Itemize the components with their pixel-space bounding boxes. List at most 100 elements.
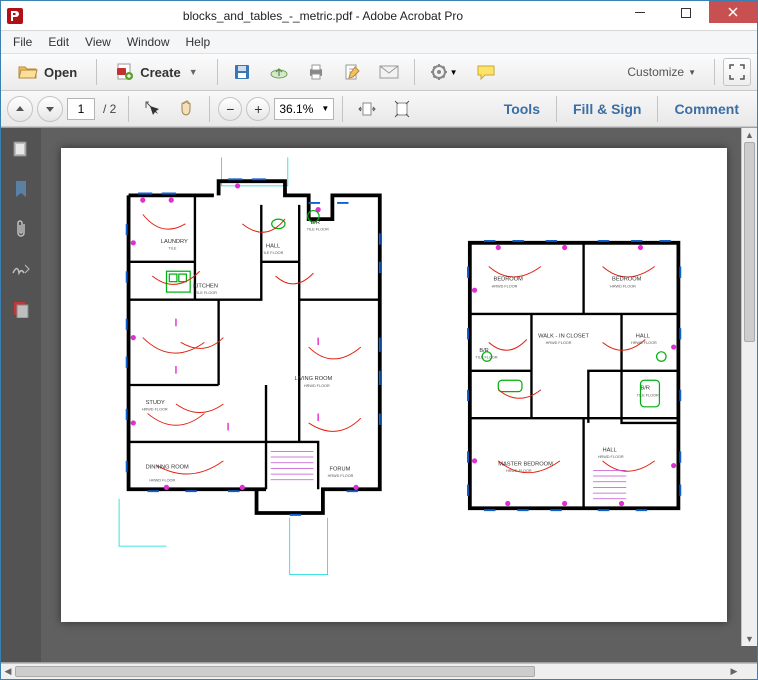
nav-toolbar: / 2 − + 36.1%▼ Tools Fill & Sign Comment: [1, 91, 757, 127]
zoom-in-button[interactable]: +: [246, 97, 270, 121]
bookmarks-panel-button[interactable]: [10, 178, 32, 200]
svg-text:HALL: HALL: [603, 447, 617, 453]
menu-file[interactable]: File: [5, 33, 40, 51]
svg-text:TILE FLOOR: TILE FLOOR: [307, 227, 329, 231]
cloud-upload-icon: [269, 64, 289, 80]
svg-text:TILE: TILE: [168, 246, 176, 250]
svg-text:TILE FLOOR: TILE FLOOR: [195, 291, 217, 295]
dropdown-caret-icon: ▼: [688, 68, 696, 77]
svg-text:LIVING ROOM: LIVING ROOM: [294, 376, 332, 382]
dropdown-caret-icon: ▼: [450, 68, 458, 77]
svg-text:BEDROOM: BEDROOM: [612, 277, 642, 283]
separator: [217, 59, 218, 85]
bookmark-icon: [14, 180, 28, 198]
svg-text:B/R: B/R: [311, 220, 320, 226]
layers-panel-button[interactable]: [10, 298, 32, 320]
thumbnails-panel-button[interactable]: [10, 138, 32, 160]
svg-text:HRWD FLOOR: HRWD FLOOR: [328, 474, 354, 478]
svg-text:HRWD FLOOR: HRWD FLOOR: [149, 479, 175, 483]
thumbnails-icon: [12, 140, 30, 158]
dropdown-caret-icon: ▼: [321, 104, 329, 113]
next-page-button[interactable]: [37, 96, 63, 122]
speech-bubble-icon: [476, 64, 496, 80]
content-area: LAUNDRY TILE HALL TILE FLOOR B/R TILE FL…: [1, 127, 757, 663]
customize-label: Customize: [627, 65, 684, 79]
svg-text:HALL: HALL: [266, 244, 280, 250]
fill-sign-panel-button[interactable]: Fill & Sign: [561, 101, 653, 117]
svg-text:HRWD FLOOR: HRWD FLOOR: [598, 455, 624, 459]
dropdown-caret-icon: ▼: [189, 67, 198, 77]
signatures-panel-button[interactable]: [10, 258, 32, 280]
svg-text:HRWD FLOOR: HRWD FLOOR: [142, 408, 168, 412]
fullscreen-button[interactable]: [723, 58, 751, 86]
save-button[interactable]: [226, 59, 258, 85]
select-tool-button[interactable]: [137, 96, 167, 122]
fit-page-button[interactable]: [387, 96, 417, 122]
svg-text:TILE FLOOR: TILE FLOOR: [637, 393, 659, 397]
maximize-button[interactable]: [663, 1, 709, 25]
highlight-button[interactable]: [469, 59, 503, 85]
signature-icon: [11, 261, 31, 277]
fit-width-button[interactable]: [351, 96, 383, 122]
zoom-level-dropdown[interactable]: 36.1% ▼: [274, 98, 334, 120]
vertical-scrollbar[interactable]: ▲ ▼: [741, 128, 757, 646]
menubar: File Edit View Window Help: [1, 31, 757, 53]
scroll-up-button[interactable]: ▲: [742, 128, 757, 142]
fit-width-icon: [358, 101, 376, 117]
customize-button[interactable]: Customize ▼: [617, 65, 706, 79]
separator: [209, 96, 210, 122]
arrow-down-icon: [45, 104, 55, 114]
horizontal-scrollbar[interactable]: ◀ ▶: [1, 663, 741, 679]
paperclip-icon: [14, 219, 28, 239]
main-toolbar: Open Create ▼ ▼ Customize ▼: [1, 53, 757, 91]
email-button[interactable]: [372, 59, 406, 85]
svg-text:MASTER BEDROOM: MASTER BEDROOM: [498, 462, 553, 468]
select-cursor-icon: [144, 100, 160, 118]
separator: [342, 96, 343, 122]
close-button[interactable]: [709, 1, 757, 23]
svg-text:HRWD FLOOR: HRWD FLOOR: [506, 469, 532, 473]
svg-text:LAUNDRY: LAUNDRY: [161, 239, 188, 245]
save-icon: [233, 63, 251, 81]
pdf-page: LAUNDRY TILE HALL TILE FLOOR B/R TILE FL…: [61, 148, 727, 622]
folder-open-icon: [18, 64, 38, 80]
zoom-value: 36.1%: [279, 102, 313, 116]
arrow-up-icon: [15, 104, 25, 114]
fit-page-icon: [394, 100, 410, 118]
scroll-right-button[interactable]: ▶: [727, 664, 741, 679]
app-icon: [7, 8, 23, 24]
titlebar: blocks_and_tables_-_metric.pdf - Adobe A…: [1, 1, 757, 31]
print-icon: [307, 63, 325, 81]
edit-document-icon: [343, 63, 361, 81]
document-area[interactable]: LAUNDRY TILE HALL TILE FLOOR B/R TILE FL…: [41, 128, 757, 662]
attachments-panel-button[interactable]: [10, 218, 32, 240]
create-button[interactable]: Create ▼: [105, 59, 208, 85]
menu-window[interactable]: Window: [119, 33, 178, 51]
svg-text:STUDY: STUDY: [146, 400, 165, 406]
svg-text:DINNING ROOM: DINNING ROOM: [146, 464, 189, 470]
scroll-thumb-vertical[interactable]: [744, 142, 755, 342]
print-button[interactable]: [300, 59, 332, 85]
comment-panel-button[interactable]: Comment: [662, 101, 751, 117]
cloud-button[interactable]: [262, 59, 296, 85]
svg-text:HRWD FLOOR: HRWD FLOOR: [631, 341, 657, 345]
svg-text:HRWD FLOOR: HRWD FLOOR: [610, 284, 636, 288]
minimize-button[interactable]: [617, 1, 663, 25]
menu-help[interactable]: Help: [178, 33, 219, 51]
menu-edit[interactable]: Edit: [40, 33, 77, 51]
prev-page-button[interactable]: [7, 96, 33, 122]
settings-button[interactable]: ▼: [423, 59, 465, 85]
page-number-input[interactable]: [67, 98, 95, 120]
navigation-pane: [1, 128, 41, 662]
zoom-out-button[interactable]: −: [218, 97, 242, 121]
envelope-icon: [379, 65, 399, 79]
edit-button[interactable]: [336, 59, 368, 85]
tools-panel-button[interactable]: Tools: [492, 101, 552, 117]
svg-text:BEDROOM: BEDROOM: [494, 277, 524, 283]
open-button[interactable]: Open: [7, 59, 88, 85]
menu-view[interactable]: View: [77, 33, 119, 51]
scroll-left-button[interactable]: ◀: [1, 664, 15, 679]
scroll-thumb-horizontal[interactable]: [15, 666, 535, 677]
scroll-down-button[interactable]: ▼: [742, 632, 757, 646]
hand-tool-button[interactable]: [171, 96, 201, 122]
